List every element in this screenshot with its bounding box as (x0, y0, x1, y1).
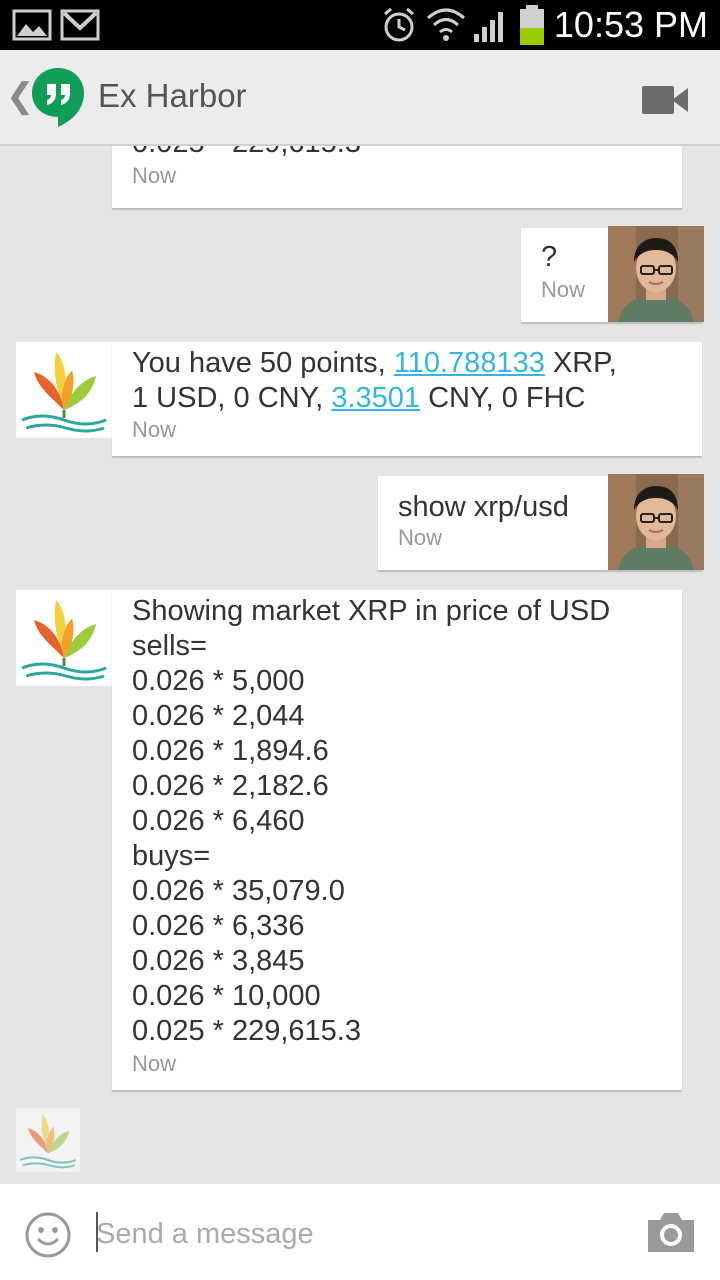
bot-avatar[interactable] (16, 590, 112, 686)
alarm-icon (384, 7, 414, 42)
message-input[interactable] (96, 1214, 616, 1254)
user-avatar[interactable] (608, 474, 704, 570)
message-text: 1 USD, 0 CNY, 3.3501 CNY, 0 FHC (132, 381, 585, 416)
message-timestamp: Now (132, 1051, 177, 1076)
video-call-icon[interactable] (642, 86, 688, 114)
message-text: You have 50 points, 110.788133 XRP, (132, 346, 617, 381)
camera-icon[interactable] (644, 1210, 698, 1254)
battery-icon (520, 5, 544, 45)
message-timestamp: Now (541, 277, 586, 302)
message-text: Showing market XRP in price of USD sells… (132, 595, 611, 1047)
text-segment: You have 50 points, (132, 347, 394, 379)
message-timestamp: Now (132, 163, 177, 188)
text-segment: 1 USD, 0 CNY, (132, 382, 332, 414)
bot-message-bubble[interactable]: You have 50 points, 110.788133 XRP, 1 US… (112, 342, 702, 456)
bot-avatar[interactable] (16, 342, 112, 438)
cny-balance-link[interactable]: 3.3501 (331, 382, 420, 414)
gallery-notification-icon (12, 9, 52, 41)
hangouts-logo-icon[interactable] (30, 66, 86, 128)
bot-message-bubble[interactable]: Showing market XRP in price of USD sells… (112, 590, 682, 1090)
message-list[interactable]: 0.025 * 229,615.3 Now ? Now You have 50 … (0, 146, 720, 1184)
message-text: show xrp/usd (398, 491, 569, 523)
message-timestamp: Now (132, 417, 177, 442)
status-bar: 10:53 PM (0, 0, 720, 50)
app-bar: ❮ Ex Harbor (0, 50, 720, 146)
status-time: 10:53 PM (553, 4, 708, 45)
conversation-title: Ex Harbor (98, 77, 247, 114)
emoji-icon[interactable] (24, 1211, 72, 1259)
user-avatar[interactable] (608, 226, 704, 322)
xrp-balance-link[interactable]: 110.788133 (394, 347, 545, 379)
text-caret (96, 1212, 98, 1252)
message-composer (0, 1184, 720, 1280)
gmail-notification-icon (60, 9, 100, 41)
message-text: ? (541, 241, 558, 273)
wifi-icon (427, 8, 465, 41)
text-segment: XRP, (544, 347, 617, 379)
bot-typing-avatar (16, 1108, 80, 1172)
message-text: 0.025 * 229,615.3 (132, 146, 361, 161)
text-segment: CNY, 0 FHC (420, 382, 586, 414)
signal-strength-icon (474, 12, 503, 42)
bot-message-bubble[interactable]: 0.025 * 229,615.3 Now (112, 146, 682, 208)
message-timestamp: Now (398, 525, 443, 550)
